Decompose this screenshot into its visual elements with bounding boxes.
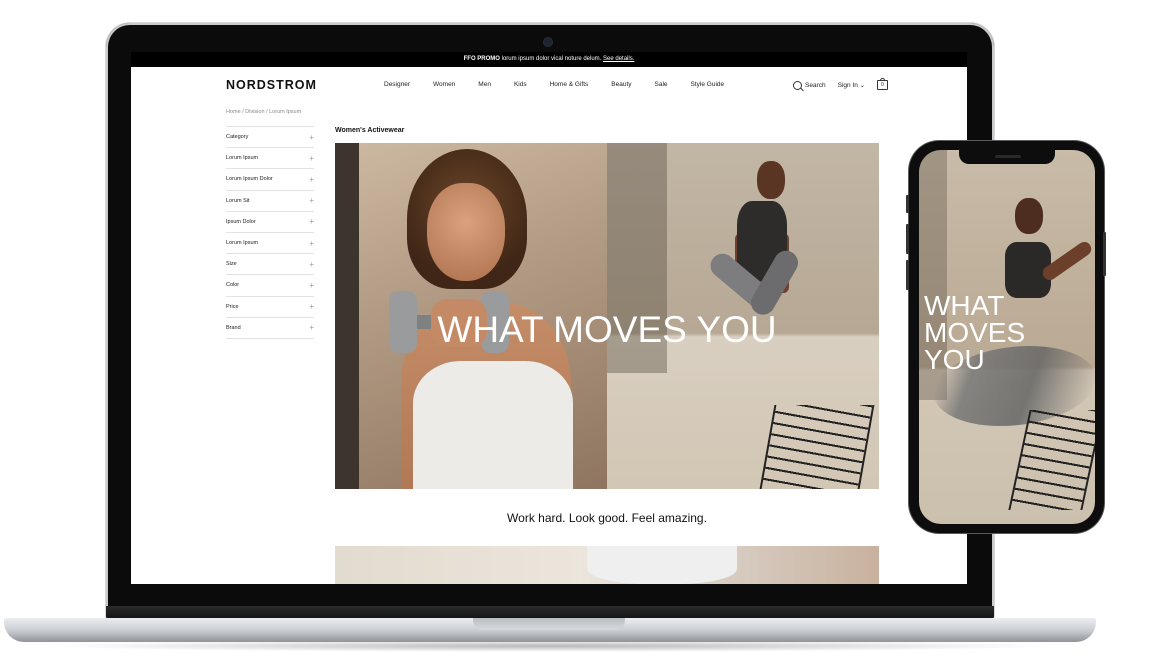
nav-women[interactable]: Women bbox=[433, 81, 455, 88]
hero-tagline: Work hard. Look good. Feel amazing. bbox=[507, 511, 707, 525]
nav-home-gifts[interactable]: Home & Gifts bbox=[550, 81, 589, 88]
phone-speaker bbox=[995, 155, 1021, 158]
plus-icon[interactable]: + bbox=[309, 302, 314, 311]
phone-power-button bbox=[1103, 232, 1106, 276]
chevron-down-icon[interactable]: ⌄ bbox=[860, 82, 865, 89]
filter-lorum-ipsum[interactable]: Lorum Ipsum + bbox=[226, 148, 314, 170]
plus-icon[interactable]: + bbox=[309, 154, 314, 163]
search-link[interactable]: Search bbox=[805, 82, 826, 89]
filter-ipsum-dolor[interactable]: Ipsum Dolor + bbox=[226, 212, 314, 233]
logo[interactable]: NORDSTROM bbox=[226, 78, 317, 92]
plus-icon[interactable]: + bbox=[309, 239, 314, 248]
plus-icon[interactable]: + bbox=[309, 260, 314, 269]
filter-color[interactable]: Color + bbox=[226, 275, 314, 297]
filter-label: Ipsum Dolor bbox=[226, 218, 256, 225]
sign-in-link[interactable]: Sign In bbox=[838, 82, 858, 89]
agility-ladder bbox=[759, 405, 875, 489]
filter-label: Color bbox=[226, 282, 240, 289]
filter-size[interactable]: Size + bbox=[226, 254, 314, 276]
nav-style-guide[interactable]: Style Guide bbox=[691, 81, 725, 88]
page-title: Women's Activewear bbox=[335, 127, 405, 134]
phone-screen[interactable]: WHAT MOVES YOU bbox=[919, 150, 1095, 524]
plus-icon[interactable]: + bbox=[309, 323, 314, 332]
hero-banner[interactable]: WHAT MOVES YOU bbox=[335, 143, 879, 489]
hero-headline: WHAT MOVES YOU bbox=[437, 309, 777, 350]
filter-sidebar: Category + Lorum Ipsum + Lorum Ipsum Dolor… bbox=[226, 126, 314, 339]
nav-men[interactable]: Men bbox=[478, 81, 491, 88]
filter-lorum-ipsum-dolor[interactable]: Lorum Ipsum Dolor + bbox=[226, 169, 314, 191]
laptop-notch bbox=[473, 618, 625, 630]
webcam-icon bbox=[544, 38, 552, 46]
plus-icon[interactable]: + bbox=[309, 281, 314, 290]
nav-designer[interactable]: Designer bbox=[384, 81, 410, 88]
nav-kids[interactable]: Kids bbox=[514, 81, 527, 88]
header-utilities: Search Sign In ⌄ 0 bbox=[793, 78, 888, 90]
filter-label: Category bbox=[226, 134, 249, 141]
promo-text: lorum ipsum dolor vical noture delum. bbox=[499, 56, 604, 62]
plus-icon[interactable]: + bbox=[309, 133, 314, 142]
phone-side-button bbox=[906, 195, 909, 213]
filter-label: Brand bbox=[226, 324, 241, 331]
filter-label: Price bbox=[226, 303, 239, 310]
filter-label: Size bbox=[226, 261, 237, 268]
filter-lorum-sit[interactable]: Lorum Sit + bbox=[226, 191, 314, 212]
phone-volume-down bbox=[906, 260, 909, 290]
phone-volume-up bbox=[906, 224, 909, 254]
search-icon[interactable] bbox=[793, 80, 802, 90]
filter-label: Lorum Ipsum Dolor bbox=[226, 176, 273, 183]
promo-label: FFO PROMO bbox=[463, 56, 500, 62]
breadcrumb[interactable]: Home / Division / Lorum Ipsum bbox=[226, 109, 301, 115]
bag-count: 0 bbox=[881, 82, 884, 88]
phone-headline-line: WHAT bbox=[924, 290, 1005, 321]
plus-icon[interactable]: + bbox=[309, 217, 314, 226]
nav-beauty[interactable]: Beauty bbox=[611, 81, 631, 88]
filter-label: Lorum Sit bbox=[226, 197, 250, 204]
phone-headline-line: YOU bbox=[924, 344, 985, 375]
shopping-bag-icon[interactable]: 0 bbox=[876, 78, 888, 90]
agility-ladder bbox=[1008, 410, 1095, 510]
phone-headline-line: MOVES bbox=[924, 317, 1026, 348]
filter-brand[interactable]: Brand + bbox=[226, 318, 314, 339]
next-banner-preview[interactable] bbox=[335, 546, 879, 584]
main-nav: Designer Women Men Kids Home & Gifts Bea… bbox=[384, 81, 747, 88]
promo-bar: FFO PROMO lorum ipsum dolor vical noture… bbox=[131, 52, 967, 67]
filter-label: Lorum Ipsum bbox=[226, 240, 259, 247]
phone-hero-headline: WHAT MOVES YOU bbox=[924, 290, 1094, 375]
filter-lorum-ipsum-2[interactable]: Lorum Ipsum + bbox=[226, 233, 314, 255]
laptop-screen: FFO PROMO lorum ipsum dolor vical noture… bbox=[131, 52, 967, 584]
promo-details-link[interactable]: See details. bbox=[603, 56, 634, 62]
filter-price[interactable]: Price + bbox=[226, 297, 314, 318]
plus-icon[interactable]: + bbox=[309, 196, 314, 205]
nav-sale[interactable]: Sale bbox=[655, 81, 668, 88]
plus-icon[interactable]: + bbox=[309, 175, 314, 184]
filter-label: Lorum Ipsum bbox=[226, 155, 259, 162]
filter-category[interactable]: Category + bbox=[226, 126, 314, 149]
